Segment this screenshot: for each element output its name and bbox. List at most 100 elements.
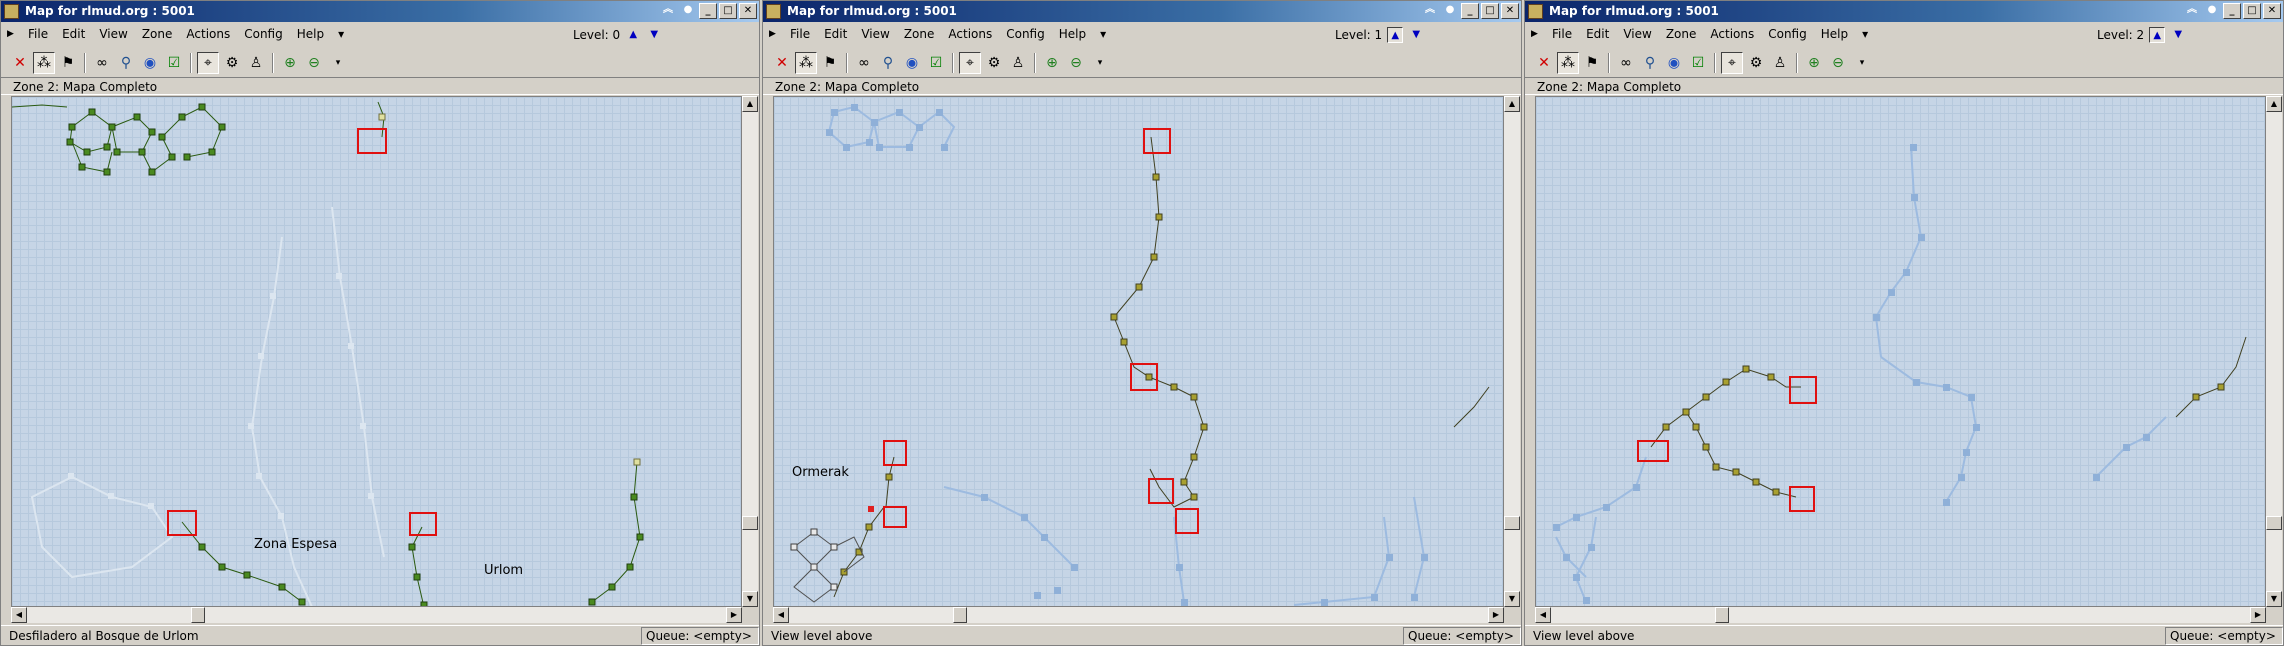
scroll-down-icon[interactable]: ▼ (742, 591, 758, 607)
auto-map-icon[interactable]: ⚑ (819, 52, 841, 74)
maximize-button[interactable]: □ (719, 3, 737, 19)
menu-config[interactable]: Config (1761, 23, 1814, 45)
menu-zone[interactable]: Zone (1659, 23, 1704, 45)
checkbox-icon[interactable]: ☑ (163, 52, 185, 74)
menu-view[interactable]: View (854, 23, 896, 45)
walker-icon[interactable]: ♙ (245, 52, 267, 74)
menu-overflow-icon[interactable]: ▾ (1855, 23, 1875, 45)
map-canvas[interactable]: Zona Espesa Urlom (11, 96, 742, 607)
checkbox-icon[interactable]: ☑ (925, 52, 947, 74)
menu-zone[interactable]: Zone (135, 23, 180, 45)
level-up-icon[interactable]: ▲ (625, 27, 641, 43)
find-icon[interactable]: ⚲ (1639, 52, 1661, 74)
paint-icon[interactable]: ◉ (1663, 52, 1685, 74)
map-canvas[interactable]: Ormerak (773, 96, 1504, 607)
maximize-button[interactable]: □ (1481, 3, 1499, 19)
horizontal-scrollbar[interactable]: ◀ ▶ (1535, 607, 2266, 623)
horizontal-scroll-thumb[interactable] (191, 607, 205, 623)
menu-actions[interactable]: Actions (1703, 23, 1761, 45)
scroll-down-icon[interactable]: ▼ (1504, 591, 1520, 607)
restore-up-icon[interactable]: ︽ (1421, 3, 1439, 19)
scroll-up-icon[interactable]: ▲ (742, 96, 758, 112)
horizontal-scrollbar[interactable]: ◀ ▶ (773, 607, 1504, 623)
delete-icon[interactable]: ✕ (771, 52, 793, 74)
zoom-menu-icon[interactable]: ▾ (327, 52, 349, 74)
menu-edit[interactable]: Edit (55, 23, 92, 45)
scroll-right-icon[interactable]: ▶ (1488, 607, 1504, 623)
map-canvas[interactable] (1535, 96, 2266, 607)
vertical-scrollbar[interactable]: ▲ ▼ (1504, 96, 1520, 607)
menu-file[interactable]: File (783, 23, 817, 45)
walker-icon[interactable]: ♙ (1007, 52, 1029, 74)
restore-up-icon[interactable]: ︽ (2183, 3, 2201, 19)
vertical-scroll-thumb[interactable] (1504, 516, 1520, 530)
restore-up-icon[interactable]: ︽ (659, 3, 677, 19)
menu-arrow-icon[interactable]: ▶ (7, 27, 15, 41)
menu-view[interactable]: View (1616, 23, 1658, 45)
menu-help[interactable]: Help (1814, 23, 1855, 45)
menu-help[interactable]: Help (290, 23, 331, 45)
zoom-out-icon[interactable]: ⊖ (1827, 52, 1849, 74)
vertical-scrollbar[interactable]: ▲ ▼ (2266, 96, 2282, 607)
menu-file[interactable]: File (21, 23, 55, 45)
walker-icon[interactable]: ♙ (1769, 52, 1791, 74)
title-bar[interactable]: Map for rlmud.org : 5001 ︽ ● _ □ ✕ (763, 1, 1521, 22)
help-icon[interactable]: ● (1441, 3, 1459, 19)
zoom-in-icon[interactable]: ⊕ (279, 52, 301, 74)
select-icon[interactable]: ⌖ (959, 52, 981, 74)
help-icon[interactable]: ● (679, 3, 697, 19)
title-bar[interactable]: Map for rlmud.org : 5001 ︽ ● _ □ ✕ (1, 1, 759, 22)
maximize-button[interactable]: □ (2243, 3, 2261, 19)
walk-path-icon[interactable]: ⚙ (983, 52, 1005, 74)
scroll-right-icon[interactable]: ▶ (2250, 607, 2266, 623)
close-button[interactable]: ✕ (1501, 3, 1519, 19)
select-icon[interactable]: ⌖ (1721, 52, 1743, 74)
title-bar[interactable]: Map for rlmud.org : 5001 ︽ ● _ □ ✕ (1525, 1, 2283, 22)
vertical-scroll-thumb[interactable] (742, 516, 758, 530)
zoom-in-icon[interactable]: ⊕ (1041, 52, 1063, 74)
map-grid-icon[interactable]: ⁂ (1557, 52, 1579, 74)
scroll-up-icon[interactable]: ▲ (2266, 96, 2282, 112)
menu-zone[interactable]: Zone (897, 23, 942, 45)
map-graph[interactable] (774, 97, 1504, 607)
menu-file[interactable]: File (1545, 23, 1579, 45)
select-icon[interactable]: ⌖ (197, 52, 219, 74)
menu-actions[interactable]: Actions (941, 23, 999, 45)
close-button[interactable]: ✕ (2263, 3, 2281, 19)
menu-help[interactable]: Help (1052, 23, 1093, 45)
horizontal-scroll-thumb[interactable] (953, 607, 967, 623)
delete-icon[interactable]: ✕ (9, 52, 31, 74)
level-up-icon[interactable]: ▲ (2149, 27, 2166, 43)
help-icon[interactable]: ● (2203, 3, 2221, 19)
menu-actions[interactable]: Actions (179, 23, 237, 45)
find-icon[interactable]: ⚲ (115, 52, 137, 74)
delete-icon[interactable]: ✕ (1533, 52, 1555, 74)
minimize-button[interactable]: _ (699, 3, 717, 19)
menu-edit[interactable]: Edit (1579, 23, 1616, 45)
zoom-menu-icon[interactable]: ▾ (1851, 52, 1873, 74)
auto-map-icon[interactable]: ⚑ (1581, 52, 1603, 74)
menu-overflow-icon[interactable]: ▾ (331, 23, 351, 45)
find-icon[interactable]: ⚲ (877, 52, 899, 74)
menu-view[interactable]: View (92, 23, 134, 45)
menu-arrow-icon[interactable]: ▶ (1531, 27, 1539, 41)
auto-map-icon[interactable]: ⚑ (57, 52, 79, 74)
zoom-out-icon[interactable]: ⊖ (303, 52, 325, 74)
menu-config[interactable]: Config (237, 23, 290, 45)
scroll-left-icon[interactable]: ◀ (773, 607, 789, 623)
map-graph[interactable] (1536, 97, 2266, 607)
map-grid-icon[interactable]: ⁂ (33, 52, 55, 74)
binoculars-icon[interactable]: ∞ (853, 52, 875, 74)
paint-icon[interactable]: ◉ (139, 52, 161, 74)
zoom-out-icon[interactable]: ⊖ (1065, 52, 1087, 74)
walk-path-icon[interactable]: ⚙ (1745, 52, 1767, 74)
binoculars-icon[interactable]: ∞ (91, 52, 113, 74)
binoculars-icon[interactable]: ∞ (1615, 52, 1637, 74)
paint-icon[interactable]: ◉ (901, 52, 923, 74)
level-down-icon[interactable]: ▼ (646, 27, 662, 43)
level-down-icon[interactable]: ▼ (1408, 27, 1424, 43)
scroll-up-icon[interactable]: ▲ (1504, 96, 1520, 112)
menu-config[interactable]: Config (999, 23, 1052, 45)
map-grid-icon[interactable]: ⁂ (795, 52, 817, 74)
horizontal-scrollbar[interactable]: ◀ ▶ (11, 607, 742, 623)
